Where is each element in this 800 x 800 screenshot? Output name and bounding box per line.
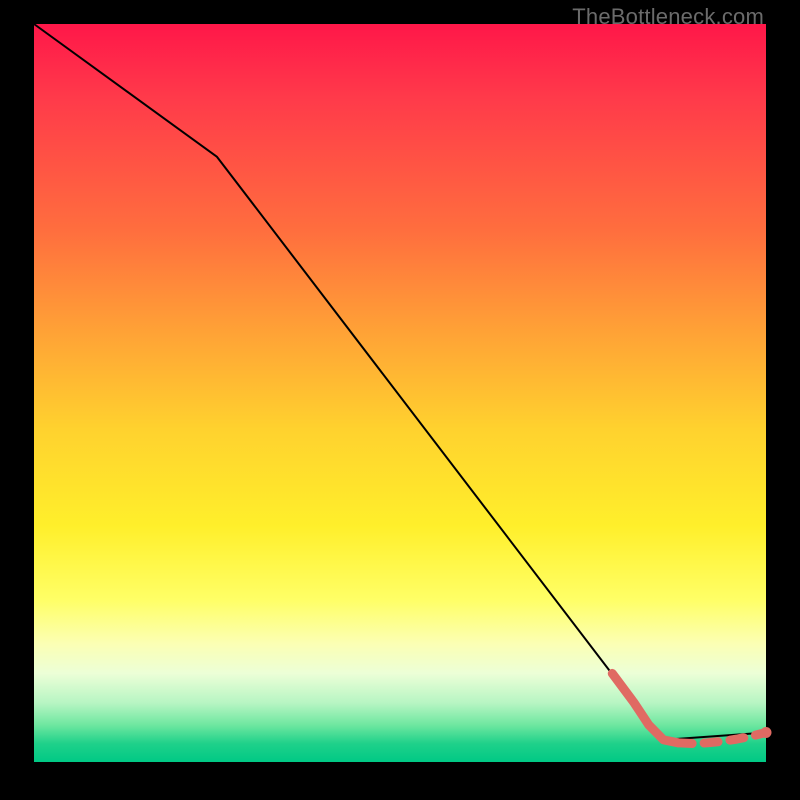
plot-area bbox=[34, 24, 766, 762]
chart-svg bbox=[34, 24, 766, 762]
highlight-endpoints bbox=[761, 727, 772, 738]
chart-container: { "watermark": "TheBottleneck.com", "col… bbox=[0, 0, 800, 800]
highlight-solid bbox=[612, 673, 678, 742]
bottleneck-curve bbox=[34, 24, 766, 740]
highlight-end-dot bbox=[761, 727, 772, 738]
